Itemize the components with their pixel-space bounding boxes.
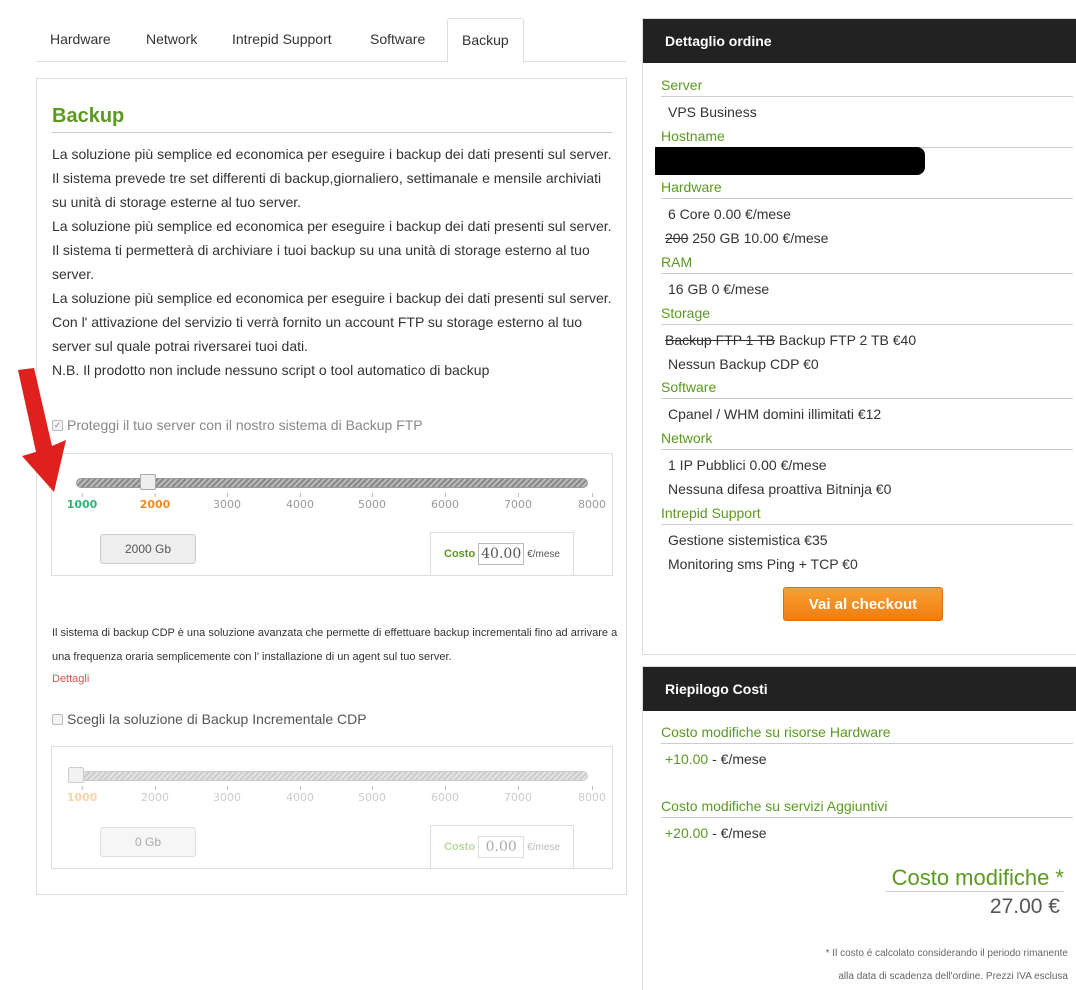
annotation-arrow-icon [18,368,66,492]
support-label: Intrepid Support [661,505,1073,525]
network-bitninja: Nessuna difesa proattiva Bitninja €0 [668,481,892,497]
description-paragraph: La soluzione più semplice ed economica p… [52,218,612,282]
software-value: Cpanel / WHM domini illimitati €12 [668,406,882,422]
hostname-redaction [655,147,925,175]
ftp-size-display: 2000 Gb [100,534,196,564]
tab-network[interactable]: Network [132,18,211,62]
backup-description: La soluzione più semplice ed economica p… [52,142,617,382]
description-paragraph: La soluzione più semplice ed economica p… [52,290,612,306]
cdp-slider-ticks: 1000 2000 3000 4000 5000 6000 7000 8000 [52,786,614,811]
cdp-cost-box: Costo 0.00 €/mese [430,825,574,869]
server-label: Server [661,77,1073,97]
ftp-slider-box: 1000 2000 3000 4000 5000 6000 7000 8000 … [51,453,613,576]
extra-cost-label: Costo modifiche su servizi Aggiuntivi [661,798,1073,818]
ftp-tick: 2000 [139,493,171,511]
ftp-cost-box: Costo 40.00 €/mese [430,532,574,576]
cost-note-line1: * Il costo é calcolato considerando il p… [825,948,1068,959]
storage-ftp-old: Backup FTP 1 TB [665,332,775,348]
ftp-slider-ticks: 1000 2000 3000 4000 5000 6000 7000 8000 [52,493,614,518]
cdp-size-display: 0 Gb [100,827,196,857]
backup-panel: Backup La soluzione più semplice ed econ… [36,78,627,895]
ftp-tick: 6000 [431,493,459,511]
cdp-slider-box: 1000 2000 3000 4000 5000 6000 7000 8000 … [51,746,613,869]
storage-ftp-new: Backup FTP 2 TB €40 [774,332,917,348]
hardware-cost-unit: - €/mese [708,751,767,767]
cdp-cost-field: 0.00 [478,836,525,858]
section-title: Backup [52,105,125,127]
storage-label: Storage [661,305,1073,325]
hardware-disk-old: 200 [665,230,689,246]
cdp-description: Il sistema di backup CDP è una soluzione… [52,627,618,663]
support-monitoring: Monitoring sms Ping + TCP €0 [668,556,858,572]
network-label: Network [661,430,1073,450]
ftp-tick: 3000 [213,493,241,511]
hardware-cost-value: +10.00 - €/mese [665,751,767,767]
ftp-tick: 4000 [286,493,314,511]
ftp-tick: 1000 [66,493,98,511]
checkout-button[interactable]: Vai al checkout [783,587,943,621]
ram-value: 16 GB 0 €/mese [668,281,770,297]
ftp-slider-handle[interactable] [140,474,156,490]
cdp-tick: 7000 [504,786,532,804]
product-tabs: Hardware Network Intrepid Support Softwa… [36,18,626,63]
ram-label: RAM [661,254,1073,274]
tab-backup[interactable]: Backup [447,18,524,63]
extra-cost-amount: +20.00 [665,825,709,841]
cdp-tick: 8000 [578,786,606,804]
cost-summary-header: Riepilogo Costi [643,667,1076,711]
cdp-tick: 1000 [66,786,98,804]
title-divider [52,132,612,133]
tab-intrepid-support[interactable]: Intrepid Support [218,18,346,62]
cost-summary-panel: Riepilogo Costi Costo modifiche su risor… [642,666,1076,990]
cdp-slider-track[interactable] [76,771,588,781]
order-detail-panel: Dettaglio ordine Server VPS Business Hos… [642,18,1076,655]
cdp-tick: 6000 [431,786,459,804]
extra-cost-unit: - €/mese [708,825,767,841]
ftp-backup-option[interactable]: ✓ Proteggi il tuo server con il nostro s… [52,417,423,433]
support-management: Gestione sistemistica €35 [668,532,828,548]
total-cost-label: Costo modifiche * [885,865,1064,892]
server-value: VPS Business [668,104,757,120]
storage-cdp: Nessun Backup CDP €0 [668,356,819,372]
ftp-tick: 8000 [578,493,606,511]
cdp-tick: 4000 [286,786,314,804]
cost-note-line2: alla data di scadenza dell'ordine. Prezz… [838,971,1068,982]
ftp-backup-label: Proteggi il tuo server con il nostro sis… [67,417,423,433]
order-detail-header: Dettaglio ordine [643,19,1076,63]
cdp-tick: 3000 [213,786,241,804]
cdp-tick: 5000 [358,786,386,804]
network-ip: 1 IP Pubblici 0.00 €/mese [668,457,827,473]
hardware-disk-new: 250 GB 10.00 €/mese [688,230,829,246]
hardware-label: Hardware [661,179,1073,199]
ftp-cost-unit: €/mese [527,548,560,560]
cdp-backup-option[interactable]: Scegli la soluzione di Backup Incrementa… [52,711,367,727]
hardware-cores: 6 Core 0.00 €/mese [668,206,791,222]
hostname-label: Hostname [661,128,1073,148]
extra-cost-value: +20.00 - €/mese [665,825,767,841]
ftp-tick: 5000 [358,493,386,511]
cdp-backup-checkbox[interactable] [52,713,63,725]
cdp-details-link[interactable]: Dettagli [52,673,89,685]
description-paragraph: Con l' attivazione del servizio ti verrà… [52,314,583,354]
tab-software[interactable]: Software [356,18,439,62]
ftp-cost-label: Costo [444,548,476,560]
cdp-backup-label: Scegli la soluzione di Backup Incrementa… [67,711,367,727]
hardware-disk: 200 250 GB 10.00 €/mese [665,230,828,246]
ftp-cost-field: 40.00 [478,543,525,565]
hardware-cost-amount: +10.00 [665,751,709,767]
cdp-cost-unit: €/mese [527,841,560,853]
ftp-tick: 7000 [504,493,532,511]
storage-ftp: Backup FTP 1 TB Backup FTP 2 TB €40 [665,332,916,348]
cdp-cost-label: Costo [444,841,476,853]
cdp-slider-handle[interactable] [68,767,84,783]
tab-hardware[interactable]: Hardware [36,18,125,62]
cdp-tick: 2000 [141,786,169,804]
hardware-cost-label: Costo modifiche su risorse Hardware [661,724,1073,744]
description-paragraph: N.B. Il prodotto non include nessuno scr… [52,362,490,378]
software-label: Software [661,379,1073,399]
total-cost-value: 27.00 € [989,895,1060,918]
description-paragraph: La soluzione più semplice ed economica p… [52,146,612,210]
